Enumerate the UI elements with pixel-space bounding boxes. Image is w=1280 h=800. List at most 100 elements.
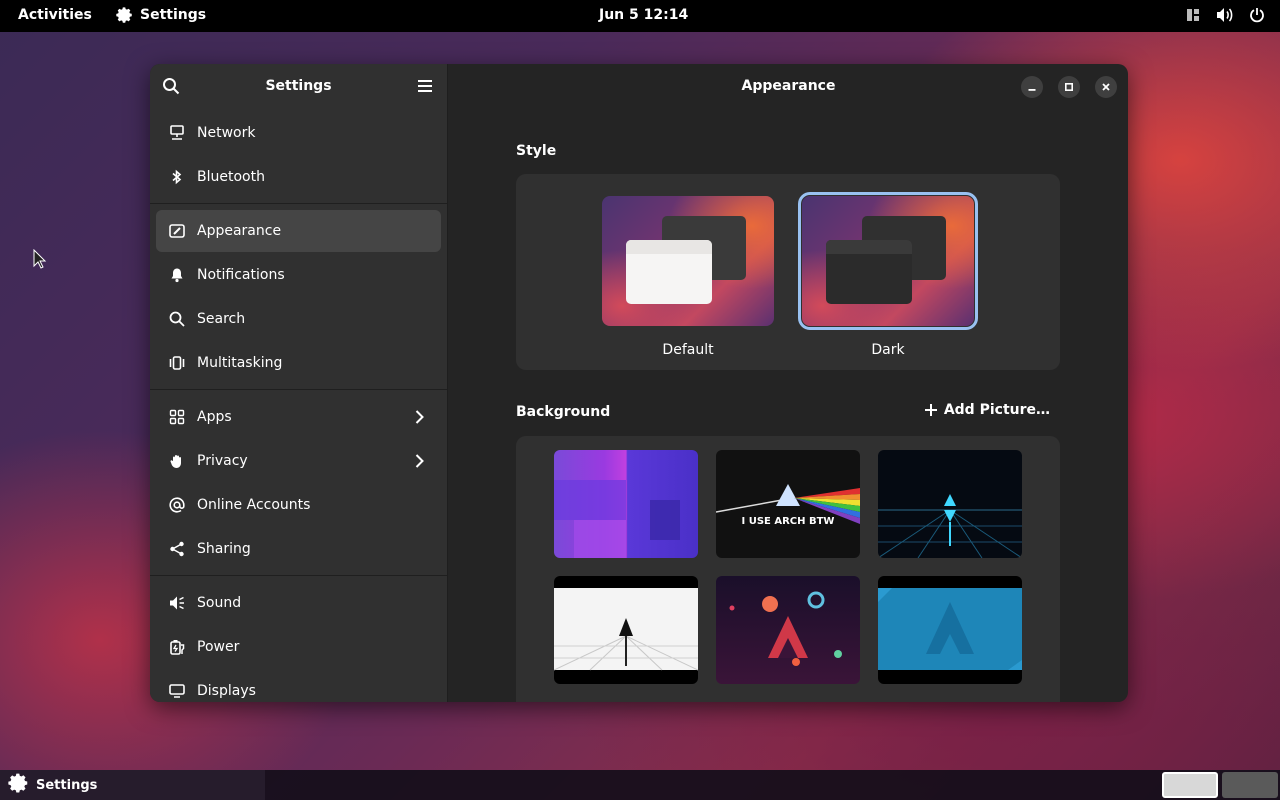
taskbar: Settings [0, 770, 1280, 800]
sidebar-item-label: Network [197, 125, 256, 141]
volume-icon[interactable] [1216, 6, 1234, 24]
sidebar-item-privacy[interactable]: Privacy [156, 440, 441, 482]
sidebar-item-label: Bluetooth [197, 169, 265, 185]
sidebar: Settings Network Bluetooth Appearance No… [150, 64, 448, 702]
sidebar-item-sound[interactable]: Sound [156, 582, 441, 624]
sidebar-item-label: Online Accounts [197, 497, 311, 513]
background-arch-blue[interactable] [878, 576, 1022, 684]
background-section-title: Background [516, 404, 611, 420]
white-grid-art [554, 618, 698, 671]
activities-button[interactable]: Activities [18, 7, 92, 23]
system-tray[interactable] [1184, 6, 1266, 24]
app-menu-button[interactable]: Settings [116, 6, 206, 24]
app-menu-label: Settings [140, 7, 207, 23]
apps-icon [168, 408, 186, 426]
power-icon [168, 638, 186, 656]
network-icon [168, 124, 186, 142]
arch-prism-art [716, 484, 860, 524]
default-style-preview [602, 196, 774, 326]
arch-blue-art [878, 588, 1022, 670]
page-title: Appearance [741, 78, 836, 94]
settings-window: Settings Network Bluetooth Appearance No… [150, 64, 1128, 702]
sidebar-item-label: Power [197, 639, 240, 655]
share-icon [168, 540, 186, 558]
sidebar-item-power[interactable]: Power [156, 626, 441, 668]
maximize-button[interactable] [1058, 76, 1080, 98]
background-gallery: I USE ARCH BTW [516, 436, 1060, 702]
sidebar-item-search[interactable]: Search [156, 298, 441, 340]
mouse-cursor-icon [33, 248, 47, 273]
minimize-button[interactable] [1021, 76, 1043, 98]
close-icon [1102, 83, 1110, 91]
search-button[interactable] [162, 77, 180, 95]
sidebar-item-online-accounts[interactable]: Online Accounts [156, 484, 441, 526]
sidebar-separator [150, 575, 447, 576]
maximize-icon [1064, 82, 1074, 92]
add-picture-label: Add Picture… [943, 402, 1050, 418]
sidebar-item-network[interactable]: Network [156, 112, 441, 154]
search-icon [168, 310, 186, 328]
at-icon [168, 496, 186, 514]
sidebar-item-appearance[interactable]: Appearance [156, 210, 441, 252]
sidebar-item-label: Privacy [197, 453, 248, 469]
top-bar: Activities Settings Jun 5 12:14 [0, 0, 1280, 32]
close-button[interactable] [1095, 76, 1117, 98]
layout-icon[interactable] [1184, 6, 1202, 24]
appearance-icon [168, 222, 186, 240]
background-arch-white-grid[interactable] [554, 576, 698, 684]
dark-style-preview [798, 192, 978, 330]
chevron-right-icon [411, 453, 427, 469]
style-option-default[interactable]: Default [602, 196, 774, 358]
sidebar-item-notifications[interactable]: Notifications [156, 254, 441, 296]
background-arch-prism[interactable]: I USE ARCH BTW [716, 450, 860, 558]
taskbar-item-label: Settings [36, 777, 98, 793]
gear-icon [8, 772, 30, 798]
sidebar-item-label: Sound [197, 595, 242, 611]
sidebar-header: Settings [150, 64, 447, 108]
bluetooth-icon [168, 168, 186, 186]
sidebar-item-label: Apps [197, 409, 232, 425]
style-option-dark[interactable]: Dark [798, 192, 978, 358]
style-option-label: Default [662, 342, 714, 358]
hamburger-menu-icon[interactable] [417, 78, 433, 94]
sidebar-item-bluetooth[interactable]: Bluetooth [156, 156, 441, 198]
taskbar-item-settings[interactable]: Settings [0, 770, 265, 800]
chevron-right-icon [411, 409, 427, 425]
sidebar-item-multitasking[interactable]: Multitasking [156, 342, 441, 384]
background-arch-space-planets[interactable] [716, 576, 860, 684]
sidebar-item-label: Appearance [197, 223, 282, 239]
sidebar-separator [150, 203, 447, 204]
sidebar-item-label: Displays [197, 683, 256, 699]
sidebar-separator [150, 389, 447, 390]
plus-icon [924, 404, 937, 416]
sidebar-item-displays[interactable]: Displays [156, 670, 441, 702]
background-abstract-purple[interactable] [554, 450, 698, 558]
multitasking-icon [168, 354, 186, 372]
sidebar-item-apps[interactable]: Apps [156, 396, 441, 438]
style-selector: Default Dark [516, 174, 1060, 370]
gear-icon [116, 6, 134, 24]
hand-icon [168, 452, 186, 470]
minimize-icon [1028, 89, 1036, 91]
bell-icon [168, 266, 186, 284]
neon-grid-art [878, 494, 1022, 558]
content-pane: Appearance Style Default Dark Background… [449, 64, 1128, 702]
sidebar-item-sharing[interactable]: Sharing [156, 528, 441, 570]
sidebar-title: Settings [265, 78, 332, 94]
background-arch-neon-grid[interactable] [878, 450, 1022, 558]
style-option-label: Dark [871, 342, 905, 358]
sidebar-item-label: Search [197, 311, 246, 327]
style-section-title: Style [516, 143, 557, 159]
speaker-icon [168, 594, 186, 612]
workspace-2[interactable] [1222, 772, 1278, 798]
space-planets-art [729, 591, 842, 666]
display-icon [168, 682, 186, 700]
clock[interactable]: Jun 5 12:14 [599, 7, 688, 23]
add-picture-button[interactable]: Add Picture… [924, 402, 1050, 418]
sidebar-item-label: Notifications [197, 267, 285, 283]
wallpaper-text: I USE ARCH BTW [741, 516, 835, 527]
power-menu-icon[interactable] [1248, 6, 1266, 24]
sidebar-list: Network Bluetooth Appearance Notificatio… [150, 108, 447, 702]
content-header: Appearance [449, 64, 1128, 108]
workspace-1[interactable] [1162, 772, 1218, 798]
